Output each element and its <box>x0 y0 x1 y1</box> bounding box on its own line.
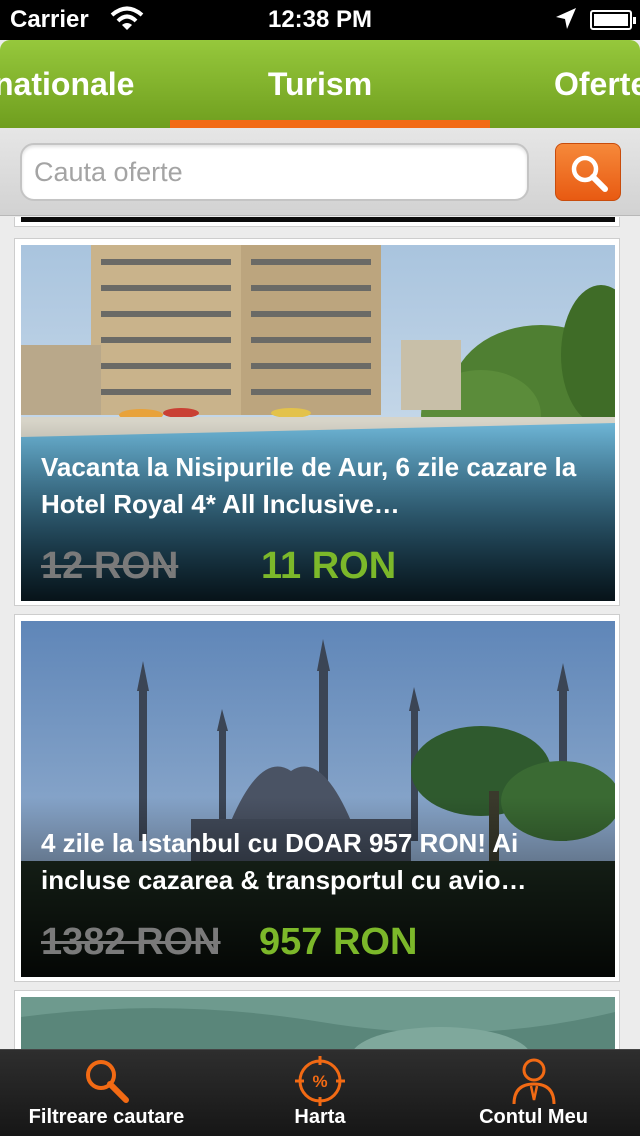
offer-image: Vacanta la Nisipurile de Aur, 6 zile caz… <box>21 245 615 601</box>
map-percent-icon: % <box>295 1056 345 1106</box>
offer-new-price: 957 RON <box>259 921 418 963</box>
tab-turism[interactable]: Turism <box>0 66 640 103</box>
offer-feed[interactable]: Vacanta la Nisipurile de Aur, 6 zile caz… <box>0 217 640 1049</box>
offer-card[interactable]: 4 zile la Istanbul cu DOAR 957 RON! Ai i… <box>14 614 620 982</box>
nav-map-label: Harta <box>294 1106 346 1128</box>
battery-icon <box>590 10 636 30</box>
offer-old-price: 12 RON <box>41 545 179 587</box>
offer-new-price: 11 RON <box>261 545 397 587</box>
tab-oferte[interactable]: Oferte <box>554 66 640 103</box>
location-arrow-icon <box>554 6 578 39</box>
svg-text:%: % <box>312 1072 327 1091</box>
search-icon <box>571 155 608 192</box>
search-icon <box>86 1060 129 1103</box>
category-tab-bar: nationale Turism Oferte <box>0 40 640 128</box>
offer-card-partial[interactable] <box>14 217 620 227</box>
offer-title: Vacanta la Nisipurile de Aur, 6 zile caz… <box>41 452 577 519</box>
bottom-nav: Filtreare cautare % Harta Contul Meu <box>0 1049 640 1136</box>
search-button[interactable] <box>555 143 621 201</box>
offer-card[interactable] <box>14 990 620 1049</box>
offer-old-price: 1382 RON <box>41 921 221 963</box>
search-input[interactable] <box>20 143 529 201</box>
nav-map[interactable]: % Harta <box>213 1050 427 1136</box>
status-bar: Carrier 12:38 PM <box>0 0 640 40</box>
nav-account-label: Contul Meu <box>479 1106 588 1128</box>
nav-filter-search-label: Filtreare cautare <box>28 1106 185 1128</box>
offer-title: 4 zile la Istanbul cu DOAR 957 RON! Ai i… <box>41 828 527 895</box>
user-icon <box>512 1058 556 1105</box>
offer-image <box>21 997 615 1049</box>
nav-account[interactable]: Contul Meu <box>427 1050 640 1136</box>
offer-image: 4 zile la Istanbul cu DOAR 957 RON! Ai i… <box>21 621 615 977</box>
active-tab-indicator <box>170 120 490 128</box>
offer-card[interactable]: Vacanta la Nisipurile de Aur, 6 zile caz… <box>14 238 620 606</box>
clock: 12:38 PM <box>267 6 373 33</box>
nav-filter-search[interactable]: Filtreare cautare <box>0 1050 213 1136</box>
search-bar <box>0 128 640 216</box>
